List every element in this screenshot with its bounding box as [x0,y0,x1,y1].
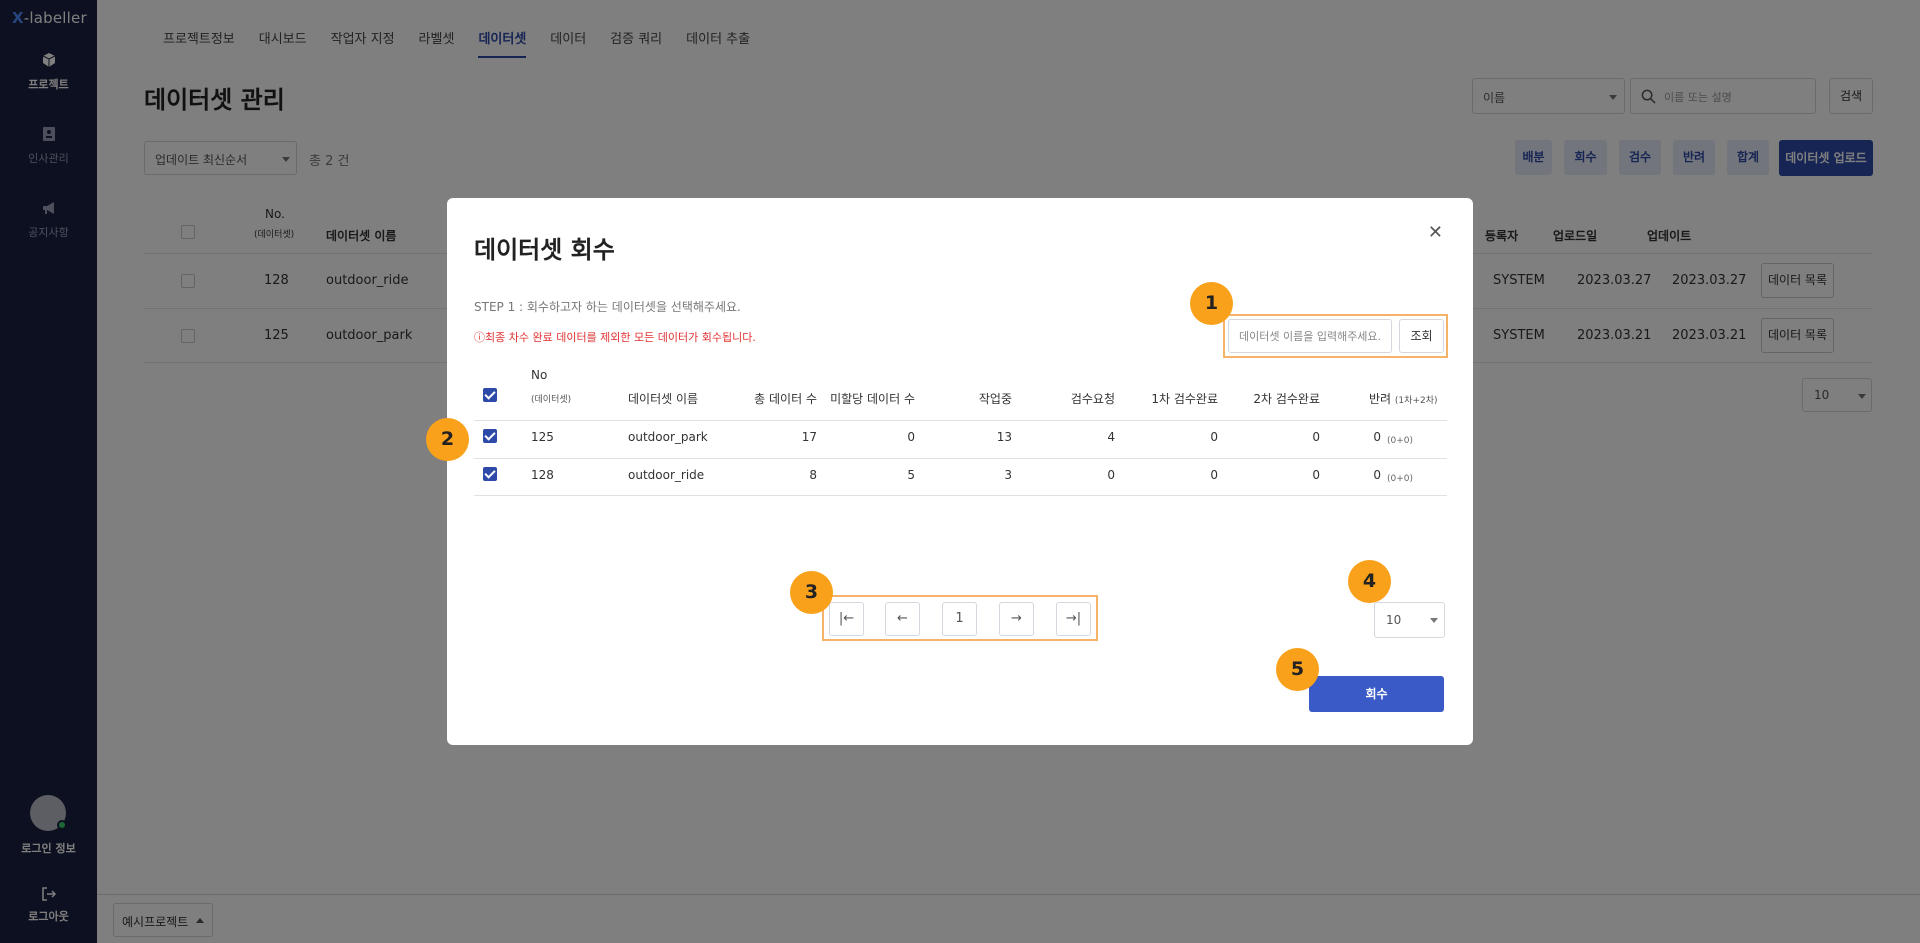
last-page-button[interactable]: →| [1056,602,1091,636]
first-page-button[interactable]: |← [829,602,864,636]
highlight-box-search: 조회 [1223,314,1448,358]
annotation-badge: 4 [1348,560,1391,603]
info-icon: ⓘ [474,331,485,344]
step-instruction: STEP 1 : 회수하고자 하는 데이터셋을 선택해주세요. [474,300,741,314]
retrieve-dataset-modal: 데이터셋 회수 ✕ STEP 1 : 회수하고자 하는 데이터셋을 선택해주세요… [447,198,1473,745]
retrieve-submit-button[interactable]: 회수 [1309,676,1444,712]
row-checkbox[interactable] [483,429,497,443]
row-checkbox[interactable] [483,467,497,481]
close-icon[interactable]: ✕ [1428,222,1443,243]
select-all-checkbox[interactable] [483,388,497,402]
annotation-badge: 2 [426,418,469,461]
annotation-badge: 5 [1276,648,1319,691]
query-button[interactable]: 조회 [1399,319,1444,353]
highlight-box-pagination: |← ← 1 → →| [822,595,1098,641]
dataset-search-input[interactable] [1228,319,1392,353]
warning-text: ⓘ최종 차수 완료 데이터를 제외한 모든 데이터가 회수됩니다. [474,331,756,344]
annotation-badge: 3 [790,571,833,614]
annotation-badge: 1 [1190,282,1233,325]
next-page-button[interactable]: → [999,602,1034,636]
page-size-select[interactable]: 10 [1374,602,1445,638]
current-page[interactable]: 1 [942,602,977,636]
modal-title: 데이터셋 회수 [474,236,615,264]
prev-page-button[interactable]: ← [885,602,920,636]
chevron-down-icon [1430,618,1438,623]
